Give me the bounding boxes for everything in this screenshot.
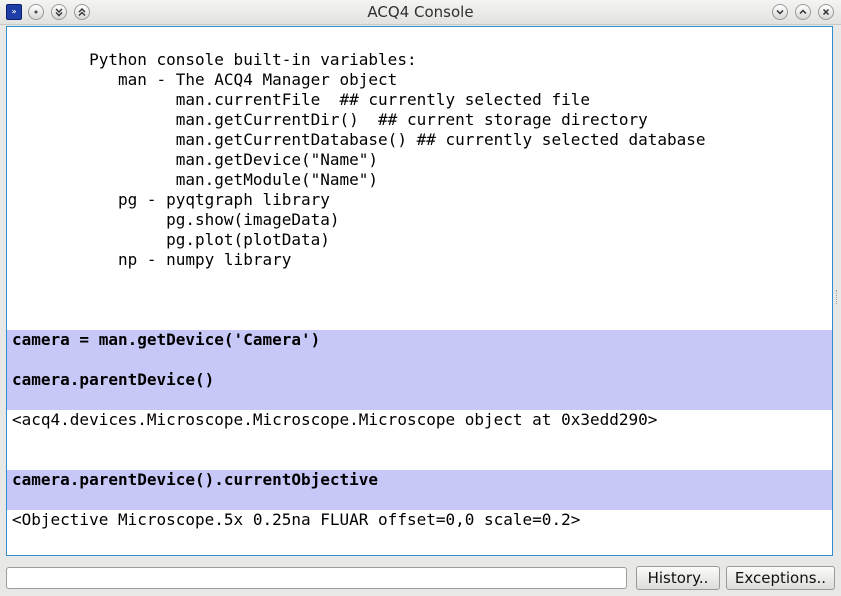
command-input[interactable] xyxy=(6,567,627,589)
maximize-icon[interactable] xyxy=(795,4,811,20)
console-line: Python console built-in variables: xyxy=(12,50,417,69)
output-line: <Objective Microscope.5x 0.25na FLUAR of… xyxy=(12,510,581,529)
console-line: np - numpy library xyxy=(12,250,292,269)
console-line: man.getCurrentDir() ## current storage d… xyxy=(12,110,648,129)
output-line: <acq4.devices.Microscope.Microscope.Micr… xyxy=(12,410,658,429)
console-line: man.getDevice("Name") xyxy=(12,150,379,169)
window-title: ACQ4 Console xyxy=(367,3,474,21)
exceptions-button[interactable]: Exceptions.. xyxy=(726,566,835,590)
console-line: pg - pyqtgraph library xyxy=(12,190,330,209)
history-button[interactable]: History.. xyxy=(636,566,720,590)
console-line: man.getModule("Name") xyxy=(12,170,379,189)
console-line: man.getCurrentDatabase() ## currently se… xyxy=(12,130,706,149)
console-output[interactable]: Python console built-in variables: man -… xyxy=(6,26,833,556)
minimize-icon[interactable] xyxy=(772,4,788,20)
command-line: camera = man.getDevice('Camera') xyxy=(12,330,321,349)
title-bar[interactable]: » ACQ4 Console xyxy=(0,0,841,25)
command-line: camera.parentDevice() xyxy=(12,370,215,389)
console-line: man - The ACQ4 Manager object xyxy=(12,70,398,89)
resize-grip[interactable] xyxy=(836,290,840,304)
close-icon[interactable] xyxy=(818,4,834,20)
console-line: pg.show(imageData) xyxy=(12,210,340,229)
console-line: pg.plot(plotData) xyxy=(12,230,330,249)
command-line: camera.parentDevice().currentObjective xyxy=(12,470,379,489)
console-line: man.currentFile ## currently selected fi… xyxy=(12,90,590,109)
